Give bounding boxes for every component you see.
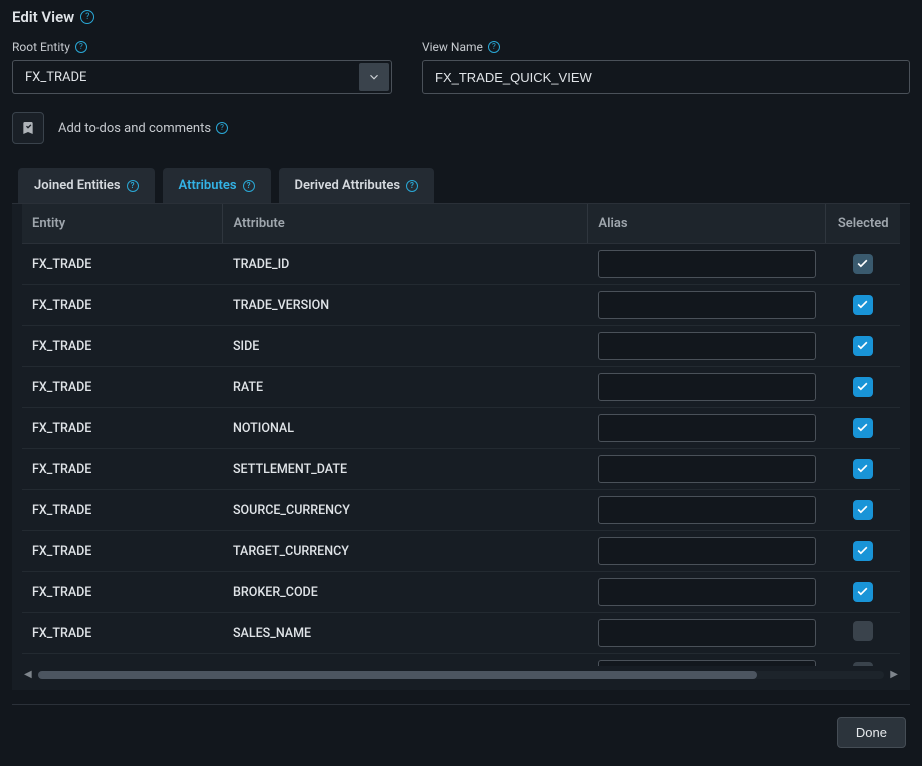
help-icon[interactable]: ? (488, 41, 500, 53)
cell-entity: FX_TRADE (22, 654, 223, 667)
cell-attribute: TRADE_VERSION (223, 285, 588, 326)
help-icon[interactable]: ? (127, 180, 139, 192)
scrollbar-thumb[interactable] (38, 671, 758, 679)
help-icon[interactable]: ? (243, 180, 255, 192)
table-row: FX_TRADETRADE_ID (22, 244, 900, 285)
table-row: FX_TRADETRADE_VERSION (22, 285, 900, 326)
alias-input[interactable] (598, 291, 816, 319)
cell-attribute: SOURCE_CURRENCY (223, 490, 588, 531)
alias-input[interactable] (598, 414, 816, 442)
horizontal-scrollbar[interactable] (38, 671, 885, 679)
tab-derived[interactable]: Derived Attributes? (279, 168, 434, 203)
cell-attribute: SIDE (223, 326, 588, 367)
cell-attribute: SETTLEMENT_DATE (223, 449, 588, 490)
root-entity-select[interactable]: FX_TRADE (12, 60, 392, 94)
table-row: FX_TRADETARGET_CURRENCY (22, 531, 900, 572)
tab-label: Attributes (179, 178, 237, 193)
cell-entity: FX_TRADE (22, 408, 223, 449)
tab-joined[interactable]: Joined Entities? (18, 168, 155, 203)
help-icon[interactable]: ? (80, 10, 94, 24)
col-entity[interactable]: Entity (22, 204, 223, 244)
scroll-left-icon[interactable]: ◀ (22, 670, 34, 680)
cell-entity: FX_TRADE (22, 285, 223, 326)
help-icon[interactable]: ? (75, 41, 87, 53)
alias-input[interactable] (598, 455, 816, 483)
selected-checkbox[interactable] (853, 621, 873, 641)
selected-checkbox[interactable] (853, 541, 873, 561)
selected-checkbox[interactable] (853, 662, 873, 666)
selected-checkbox[interactable] (853, 418, 873, 438)
cell-attribute: RATE (223, 367, 588, 408)
page-title: Edit View (12, 8, 74, 26)
cell-attribute: BROKER_CODE (223, 572, 588, 613)
alias-input[interactable] (598, 373, 816, 401)
alias-input[interactable] (598, 578, 816, 606)
selected-checkbox[interactable] (853, 254, 873, 274)
add-todo-label: Add to-dos and comments (58, 121, 211, 136)
cell-entity: FX_TRADE (22, 490, 223, 531)
selected-checkbox[interactable] (853, 459, 873, 479)
tab-label: Derived Attributes (295, 178, 400, 193)
root-entity-value: FX_TRADE (25, 70, 86, 85)
cell-attribute: NOTIONAL (223, 408, 588, 449)
alias-input[interactable] (598, 332, 816, 360)
col-alias[interactable]: Alias (588, 204, 826, 244)
cell-entity: FX_TRADE (22, 531, 223, 572)
cell-attribute: TRADER_NAME (223, 654, 588, 667)
alias-input[interactable] (598, 619, 816, 647)
add-todo-button[interactable] (12, 112, 44, 144)
cell-entity: FX_TRADE (22, 244, 223, 285)
alias-input[interactable] (598, 660, 816, 666)
table-row: FX_TRADESALES_NAME (22, 613, 900, 654)
table-row: FX_TRADETRADER_NAME (22, 654, 900, 667)
cell-entity: FX_TRADE (22, 613, 223, 654)
tab-attrs[interactable]: Attributes? (163, 168, 271, 203)
chevron-down-icon[interactable] (359, 63, 389, 91)
cell-entity: FX_TRADE (22, 572, 223, 613)
help-icon[interactable]: ? (216, 122, 228, 134)
cell-entity: FX_TRADE (22, 326, 223, 367)
done-button[interactable]: Done (837, 717, 906, 748)
selected-checkbox[interactable] (853, 377, 873, 397)
cell-entity: FX_TRADE (22, 449, 223, 490)
cell-attribute: TARGET_CURRENCY (223, 531, 588, 572)
selected-checkbox[interactable] (853, 336, 873, 356)
help-icon[interactable]: ? (406, 180, 418, 192)
scroll-right-icon[interactable]: ▶ (888, 670, 900, 680)
table-row: FX_TRADESETTLEMENT_DATE (22, 449, 900, 490)
cell-attribute: SALES_NAME (223, 613, 588, 654)
cell-entity: FX_TRADE (22, 367, 223, 408)
table-row: FX_TRADERATE (22, 367, 900, 408)
table-row: FX_TRADEBROKER_CODE (22, 572, 900, 613)
cell-attribute: TRADE_ID (223, 244, 588, 285)
view-name-label: View Name (422, 40, 483, 54)
table-row: FX_TRADESOURCE_CURRENCY (22, 490, 900, 531)
view-name-input[interactable] (422, 60, 910, 94)
tab-label: Joined Entities (34, 178, 121, 193)
alias-input[interactable] (598, 496, 816, 524)
alias-input[interactable] (598, 250, 816, 278)
selected-checkbox[interactable] (853, 582, 873, 602)
alias-input[interactable] (598, 537, 816, 565)
col-selected[interactable]: Selected (826, 204, 900, 244)
attributes-table: Entity Attribute Alias Selected (22, 204, 900, 244)
selected-checkbox[interactable] (853, 500, 873, 520)
table-row: FX_TRADESIDE (22, 326, 900, 367)
table-row: FX_TRADENOTIONAL (22, 408, 900, 449)
selected-checkbox[interactable] (853, 295, 873, 315)
root-entity-label: Root Entity (12, 40, 70, 54)
col-attribute[interactable]: Attribute (223, 204, 588, 244)
